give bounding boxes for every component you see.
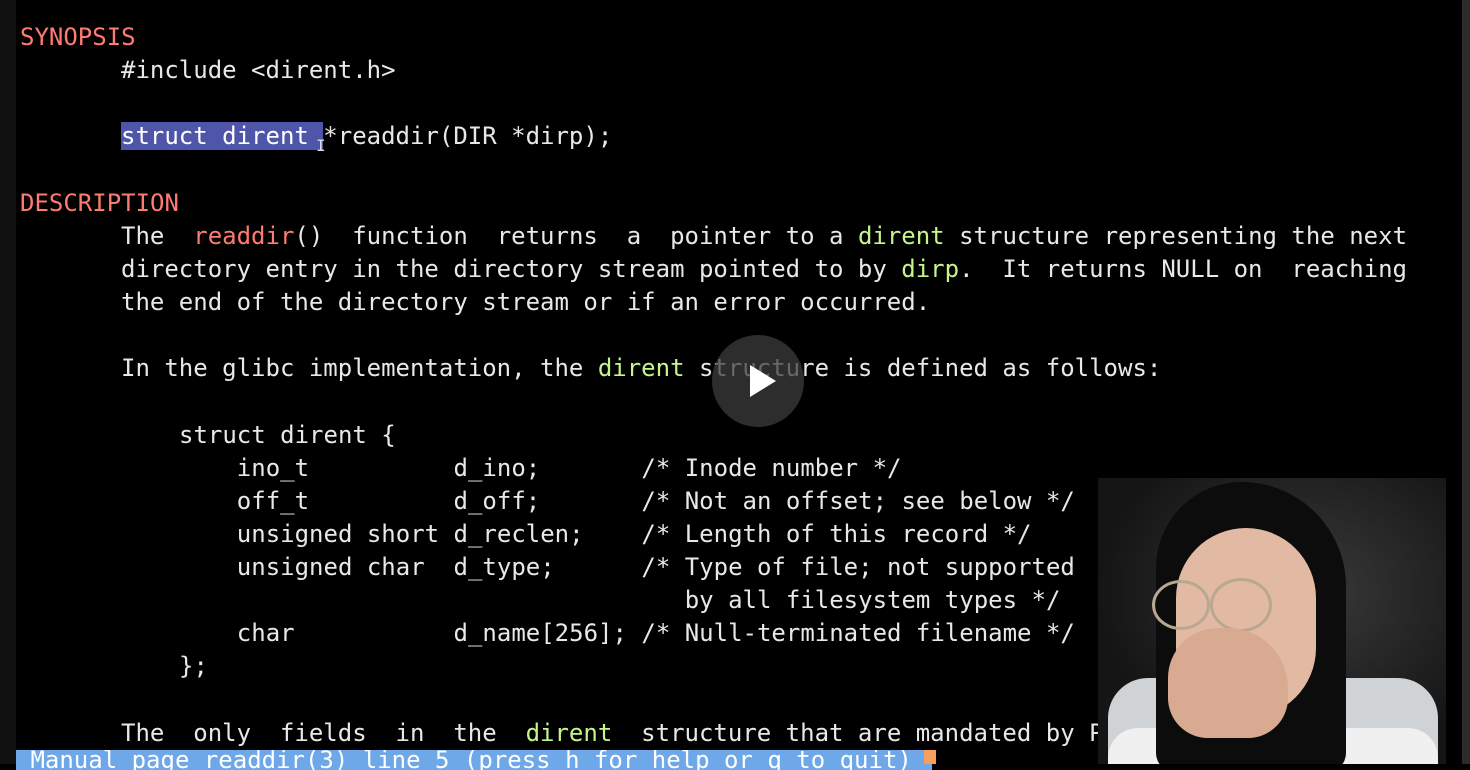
description-line-3: the end of the directory stream or if an… [121, 288, 931, 316]
struct-line: unsigned char d_type; /* Type of file; n… [179, 553, 1075, 581]
include-line: #include <dirent.h> [121, 56, 396, 84]
keyword-dirent: dirent [597, 354, 685, 382]
pager-status-text: Manual page readdir(3) line 5 (press h f… [16, 750, 912, 770]
text-cursor-icon: I [316, 136, 326, 155]
function-name: readdir [193, 222, 295, 250]
glibc-paragraph: In the glibc implementation, the dirent … [121, 354, 1162, 382]
keyword-dirent: dirent [857, 222, 945, 250]
struct-line: ino_t d_ino; /* Inode number */ [179, 454, 902, 482]
synopsis-header: SYNOPSIS [20, 23, 136, 51]
hand [1168, 628, 1288, 738]
webcam-overlay [1098, 478, 1446, 764]
prototype-rest: *readdir(DIR *dirp); [323, 122, 613, 150]
keyword-dirent: dirent [525, 719, 613, 747]
description-line-2: directory entry in the directory stream … [121, 255, 1407, 283]
struct-line: }; [179, 652, 208, 680]
terminal-cursor [924, 750, 936, 764]
glasses-left-lens [1152, 580, 1210, 630]
window-left-edge [0, 0, 16, 764]
struct-line: char d_name[256]; /* Null-terminated fil… [179, 619, 1075, 647]
window-right-edge [1462, 0, 1470, 764]
struct-line: off_t d_off; /* Not an offset; see below… [179, 487, 1075, 515]
mandated-fields-paragraph: The only fields in the dirent structure … [121, 719, 1104, 747]
play-icon[interactable] [712, 335, 804, 427]
selected-text[interactable]: struct dirent [121, 122, 324, 150]
glasses-right-lens [1210, 578, 1272, 632]
struct-line: struct dirent { [179, 421, 396, 449]
struct-line: by all filesystem types */ [179, 586, 1061, 614]
description-header: DESCRIPTION [20, 189, 179, 217]
struct-line: unsigned short d_reclen; /* Length of th… [179, 520, 1032, 548]
function-prototype: struct dirent *readdir(DIR *dirp); [121, 120, 612, 153]
keyword-dirp: dirp [901, 255, 960, 283]
description-line-1: The readdir() function returns a pointer… [121, 222, 1408, 250]
